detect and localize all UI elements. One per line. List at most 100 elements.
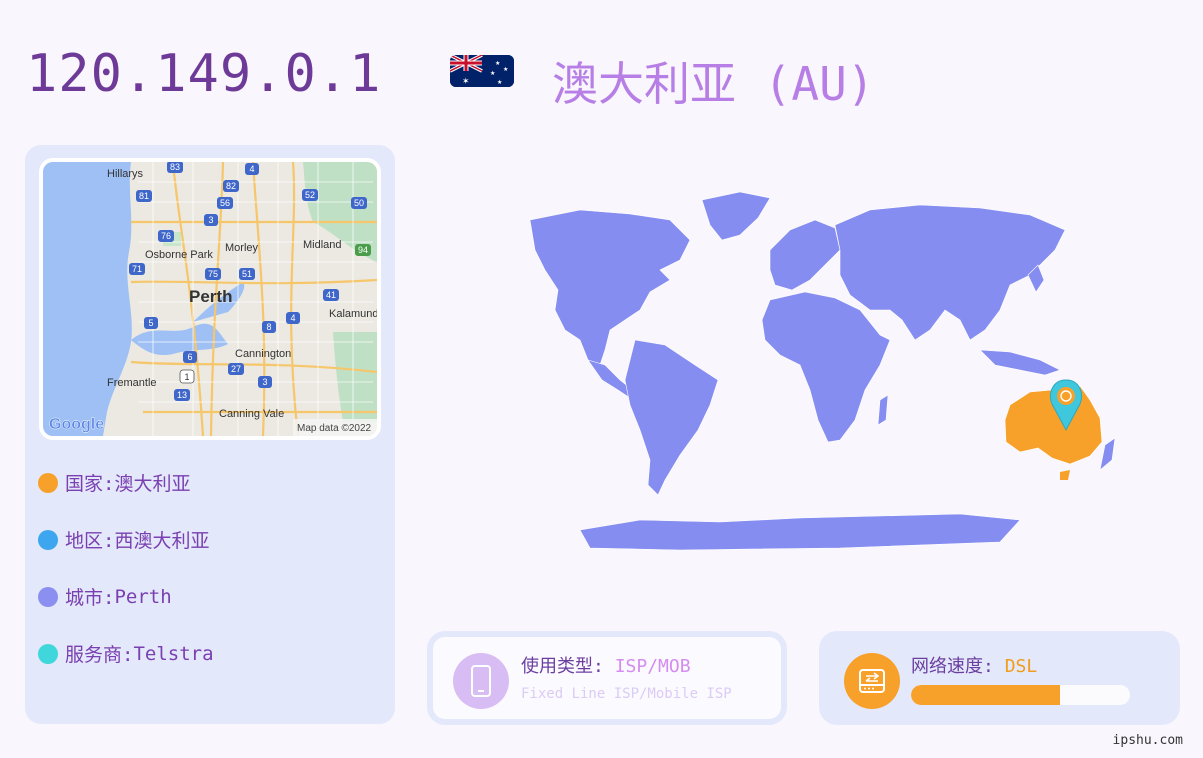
speed-bar-fill [911, 685, 1060, 705]
usage-type-subtext: Fixed Line ISP/Mobile ISP [521, 686, 732, 702]
info-isp-row: 服务商: Telstra [38, 640, 214, 667]
svg-text:81: 81 [139, 191, 149, 201]
svg-text:71: 71 [132, 264, 142, 274]
info-city-row: 城市: Perth [38, 583, 172, 610]
country-title: 澳大利亚 (AU) [552, 57, 875, 111]
svg-text:5: 5 [148, 318, 153, 328]
south-america-shape [624, 339, 719, 496]
route-shield: 83 [167, 162, 183, 173]
perth-street-map[interactable]: Hillarys Morley Midland Osborne Park Per… [39, 158, 381, 440]
route-shield: 50 [351, 197, 367, 209]
country-value: 澳大利亚 [114, 473, 191, 495]
antarctica-shape [579, 513, 1021, 551]
route-shield: 56 [217, 197, 233, 209]
isp-dot-icon [38, 643, 58, 664]
map-place-label: Kalamunda [329, 308, 377, 320]
svg-text:★: ★ [490, 70, 495, 77]
svg-text:50: 50 [354, 198, 364, 208]
north-america-shape [529, 209, 691, 366]
route-shield: 51 [239, 268, 255, 280]
map-place-label: Morley [225, 242, 259, 254]
route-shield: 27 [228, 363, 244, 375]
info-country-row: 国家: 澳大利亚 [38, 469, 190, 496]
isp-value: Telstra [133, 642, 214, 665]
svg-text:75: 75 [208, 269, 218, 279]
route-shield: 75 [205, 268, 221, 280]
svg-text:4: 4 [249, 164, 254, 174]
svg-text:★: ★ [497, 79, 502, 86]
svg-text:82: 82 [226, 181, 236, 191]
country-dot-icon [38, 472, 58, 493]
usage-type-label: 使用类型: [521, 656, 615, 677]
svg-text:76: 76 [161, 231, 171, 241]
location-info-panel: Hillarys Morley Midland Osborne Park Per… [25, 145, 395, 724]
route-shield: 3 [204, 214, 218, 226]
info-region-row: 地区: 西澳大利亚 [38, 526, 209, 553]
site-footer: ipshu.com [1112, 733, 1183, 748]
svg-text:83: 83 [170, 162, 180, 172]
route-shield: 1 [179, 369, 195, 384]
svg-text:52: 52 [305, 190, 315, 200]
region-dot-icon [38, 529, 58, 550]
map-attribution: Map data ©2022 [297, 423, 372, 434]
route-shield: 81 [136, 190, 152, 202]
indonesia-shape [979, 349, 1061, 376]
svg-text:6: 6 [187, 352, 192, 362]
region-label: 地区: [65, 530, 115, 552]
svg-text:3: 3 [208, 215, 213, 225]
network-speed-text: 网络速度: DSL [911, 652, 1037, 678]
network-speed-value: DSL [1004, 656, 1038, 677]
map-place-label: Fremantle [107, 377, 157, 389]
network-speed-label: 网络速度: [911, 656, 1005, 677]
world-map [440, 180, 1160, 560]
africa-shape [761, 291, 891, 443]
speed-bar [911, 685, 1130, 705]
map-place-label: Canning Vale [219, 408, 284, 420]
svg-text:4: 4 [290, 313, 295, 323]
svg-text:✶: ✶ [462, 77, 470, 87]
svg-text:3: 3 [262, 377, 267, 387]
route-shield: 71 [129, 263, 145, 275]
route-shield: 4 [245, 163, 259, 175]
network-switch-icon [844, 653, 900, 709]
svg-text:27: 27 [231, 364, 241, 374]
greenland-shape [701, 191, 771, 241]
route-shield: 41 [323, 289, 339, 301]
route-shield: 3 [258, 376, 272, 388]
region-value: 西澳大利亚 [114, 530, 210, 552]
network-speed-card: 网络速度: DSL [819, 631, 1180, 725]
route-shield: 4 [286, 312, 300, 324]
svg-text:8: 8 [266, 322, 271, 332]
route-shield: 8 [262, 321, 276, 333]
svg-text:1: 1 [184, 372, 189, 382]
route-shield: 82 [223, 180, 239, 192]
svg-text:56: 56 [220, 198, 230, 208]
route-shield: 76 [158, 230, 174, 242]
svg-text:★: ★ [503, 66, 508, 73]
usage-type-text: 使用类型: ISP/MOB [521, 652, 691, 678]
svg-text:★: ★ [495, 60, 500, 67]
map-place-label: Osborne Park [145, 249, 213, 261]
route-shield: 13 [174, 389, 190, 401]
svg-text:94: 94 [358, 245, 368, 255]
map-place-label: Cannington [235, 348, 291, 360]
ip-address: 120.149.0.1 [26, 44, 382, 104]
svg-text:13: 13 [177, 390, 187, 400]
australia-flag-icon: ✶ ★ ★ ★ ★ [450, 55, 514, 87]
mobile-phone-icon [453, 653, 509, 709]
tasmania-shape [1060, 470, 1070, 480]
city-value: Perth [114, 585, 172, 608]
map-place-label: Perth [189, 287, 232, 306]
madagascar-shape [877, 394, 889, 426]
usage-type-value: ISP/MOB [614, 656, 691, 677]
route-shield: 52 [302, 189, 318, 201]
map-place-label: Hillarys [107, 168, 144, 180]
route-shield: 6 [183, 351, 197, 363]
europe-shape [769, 219, 841, 291]
route-shield: 5 [144, 317, 158, 329]
map-place-label: Midland [303, 239, 342, 251]
route-shield: 94 [355, 244, 371, 256]
isp-label: 服务商: [65, 644, 134, 666]
google-logo: Google [49, 416, 104, 433]
city-label: 城市: [65, 587, 115, 609]
